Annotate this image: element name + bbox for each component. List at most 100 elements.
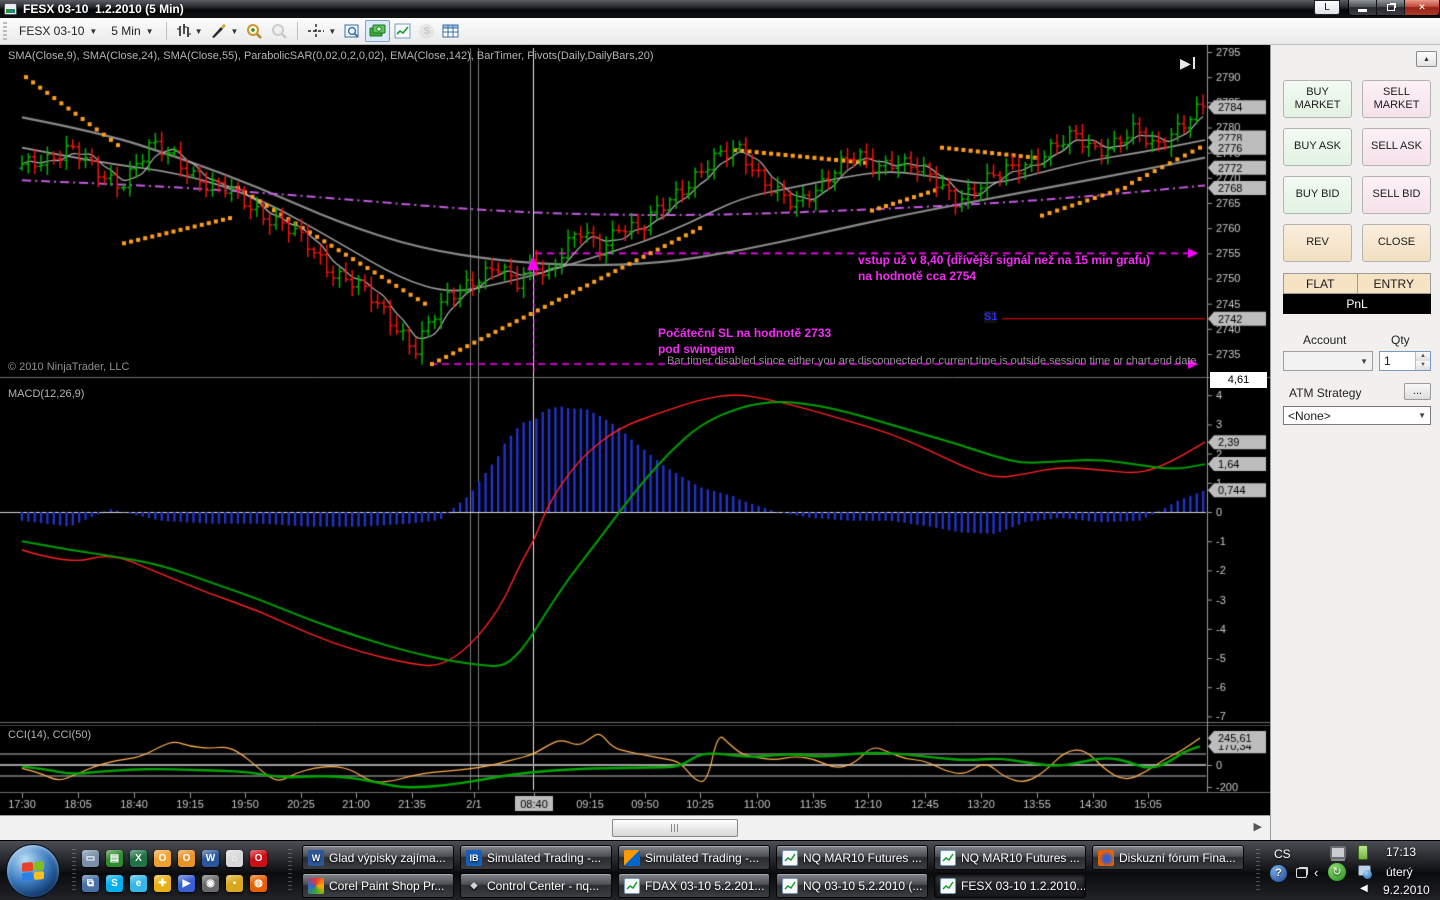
taskbar-button-glad-v-pisky-zaj-ma-[interactable]: W Glad výpisky zajíma... (302, 845, 454, 870)
atm-strategy-select[interactable]: <None> ▼ (1283, 406, 1431, 425)
taskbar-button-simulated-trading-[interactable]: IB Simulated Trading -... (460, 845, 612, 870)
pnl-bar: PnL (1283, 294, 1431, 314)
taskbar-button-control-center-nq-[interactable]: ◆ Control Center - nq... (460, 873, 612, 898)
taskbar-button-fesx-03-10-1-2-2010-[interactable]: FESX 03-10 1.2.2010... (934, 873, 1086, 898)
chart-trader-panel: ▲ BUY MARKET SELL MARKET BUY ASK SELL ASK BU… (1270, 45, 1440, 840)
taskbar-button-diskuzn-f-rum-fina-[interactable]: Diskuzní fórum Fina... (1092, 845, 1244, 870)
language-button[interactable]: L (1314, 0, 1340, 15)
taskbar-button-nq-mar10-futures-[interactable]: NQ MAR10 Futures ... (934, 845, 1086, 870)
ib-icon: IB (466, 849, 482, 866)
downloader-icon[interactable]: ✚ (154, 875, 171, 892)
taskbar-button-label: FDAX 03-10 5.2.201... (645, 878, 765, 893)
drawing-tools-button[interactable]: ▼ (206, 20, 242, 42)
qty-stepper[interactable]: ▲ ▼ (1415, 352, 1430, 370)
data-grid-button[interactable] (438, 20, 463, 42)
toolbar-grip[interactable] (3, 22, 7, 40)
lock-icon[interactable]: ▪ (226, 875, 243, 892)
buy-ask-button[interactable]: BUY ASK (1283, 128, 1352, 166)
notes-icon[interactable]: ▤ (106, 850, 123, 867)
chart-hscrollbar[interactable]: ▶ (0, 815, 1270, 840)
chevron-down-icon: ▼ (328, 26, 337, 36)
monitor-icon[interactable] (1330, 846, 1346, 859)
sell-market-button[interactable]: SELL MARKET (1362, 80, 1431, 118)
zoom-in-button[interactable] (242, 20, 267, 43)
chart-trader-button[interactable] (365, 20, 391, 42)
buy-bid-button[interactable]: BUY BID (1283, 176, 1352, 214)
show-desktop-icon[interactable]: ▭ (82, 850, 99, 867)
chevron-left-icon[interactable]: ‹ (1314, 865, 1318, 880)
data-box-icon (344, 24, 359, 38)
restore-button[interactable] (1377, 0, 1405, 15)
qty-input[interactable]: 1 ▲ ▼ (1379, 351, 1431, 371)
atm-strategy-value: <None> (1288, 408, 1331, 423)
minimize-icon (1358, 8, 1367, 12)
scrollbar-thumb[interactable] (612, 819, 738, 837)
outlook2-icon[interactable]: O (178, 850, 195, 867)
skype-icon[interactable]: S (106, 875, 123, 892)
taskbar: ▭ ▤ X O O W ⌂ O ⧉ Se ✚ ▶ ◉ ▪ ◍ W Glad výpisky zajíma...… (0, 840, 1440, 900)
firefox-icon[interactable]: ◍ (250, 875, 267, 892)
sell-bid-button[interactable]: SELL BID (1362, 176, 1431, 214)
taskbar-button-corel-paint-shop-pr-[interactable]: Corel Paint Shop Pr... (302, 873, 454, 898)
excel-icon[interactable]: X (130, 850, 147, 867)
close-button[interactable]: ✕ (1405, 0, 1439, 15)
sell-ask-button[interactable]: SELL ASK (1362, 128, 1431, 166)
pencil-icon (212, 24, 226, 38)
chart-style-button[interactable]: ▼ (172, 20, 207, 42)
chevron-down-icon: ▼ (230, 26, 239, 36)
homegroup-icon[interactable]: ⌂ (226, 850, 243, 867)
spin-down-icon[interactable]: ▼ (1416, 361, 1430, 370)
window-icon[interactable] (1296, 868, 1307, 878)
taskbar-row-1: W Glad výpisky zajíma... IB Simulated Tradi… (302, 845, 1244, 870)
tray-day: úterý (1386, 865, 1413, 879)
data-box-button[interactable] (340, 20, 365, 42)
spin-up-icon[interactable]: ▲ (1416, 352, 1430, 361)
photo-viewer-icon[interactable]: ◉ (202, 875, 219, 892)
entry-button[interactable]: ENTRY (1357, 274, 1430, 293)
window-switcher-icon[interactable]: ⧉ (82, 875, 99, 892)
tray-clock[interactable]: 17:13 (1386, 845, 1416, 859)
new-chart-button[interactable] (390, 20, 415, 42)
buy-market-button[interactable]: BUY MARKET (1283, 80, 1352, 118)
window-titlebar[interactable]: FESX 03-10 1.2.2010 (5 Min) L ✕ (0, 0, 1440, 18)
taskbar-button-nq-mar10-futures-[interactable]: NQ MAR10 Futures ... (776, 845, 928, 870)
qty-value[interactable]: 1 (1380, 352, 1415, 370)
account-select[interactable]: ▼ (1283, 351, 1373, 371)
word-icon[interactable]: W (202, 850, 219, 867)
sync-icon[interactable]: ↻ (1328, 863, 1346, 881)
reverse-button[interactable]: REV (1283, 224, 1352, 262)
crosshair-button[interactable]: ▼ (303, 20, 340, 42)
strategies-button[interactable]: S (415, 21, 438, 42)
flat-button[interactable]: FLAT (1284, 274, 1358, 293)
chart-canvas[interactable] (0, 45, 1270, 815)
atm-options-button[interactable]: ... (1404, 383, 1431, 400)
corel-icon (308, 877, 324, 894)
close-position-button[interactable]: CLOSE (1362, 224, 1431, 262)
taskbar-button-fdax-03-10-5-2-201-[interactable]: FDAX 03-10 5.2.201... (618, 873, 770, 898)
taskbar-button-simulated-trading-[interactable]: Simulated Trading -... (618, 845, 770, 870)
interval-label: 5 Min (111, 24, 141, 38)
start-button[interactable] (6, 844, 60, 898)
internet-explorer-icon[interactable]: e (130, 875, 147, 892)
interval-selector[interactable]: 5 Min ▼ (104, 21, 160, 41)
speaker-icon[interactable]: ◀ (1360, 883, 1368, 894)
taskbar-button-label: NQ MAR10 Futures ... (803, 850, 922, 865)
taskbar-grip (1256, 849, 1260, 893)
quick-launch-bar: ▭ ▤ X O O W ⌂ O ⧉ Se ✚ ▶ ◉ ▪ ◍ (82, 846, 274, 896)
instrument-selector[interactable]: FESX 03-10 ▼ (12, 21, 104, 41)
power-plug-icon[interactable] (1358, 845, 1368, 860)
language-indicator[interactable]: CS (1274, 847, 1291, 861)
media-player-icon[interactable]: ▶ (178, 875, 195, 892)
crosshair-icon (308, 24, 325, 38)
scrollbar-right-arrow[interactable]: ▶ (1254, 820, 1262, 833)
help-icon[interactable]: ? (1270, 865, 1287, 882)
collapse-panel-button[interactable]: ▲ (1416, 51, 1437, 67)
zoom-out-button[interactable] (267, 20, 292, 43)
zoom-out-icon (272, 23, 288, 39)
taskbar-button-nq-03-10-5-2-2010-[interactable]: NQ 03-10 5.2.2010 (... (776, 873, 928, 898)
chevron-down-icon: ▼ (1418, 411, 1426, 420)
qty-label: Qty (1391, 333, 1410, 347)
outlook-icon[interactable]: O (154, 850, 171, 867)
opera-icon[interactable]: O (250, 850, 267, 867)
minimize-button[interactable] (1349, 0, 1377, 15)
